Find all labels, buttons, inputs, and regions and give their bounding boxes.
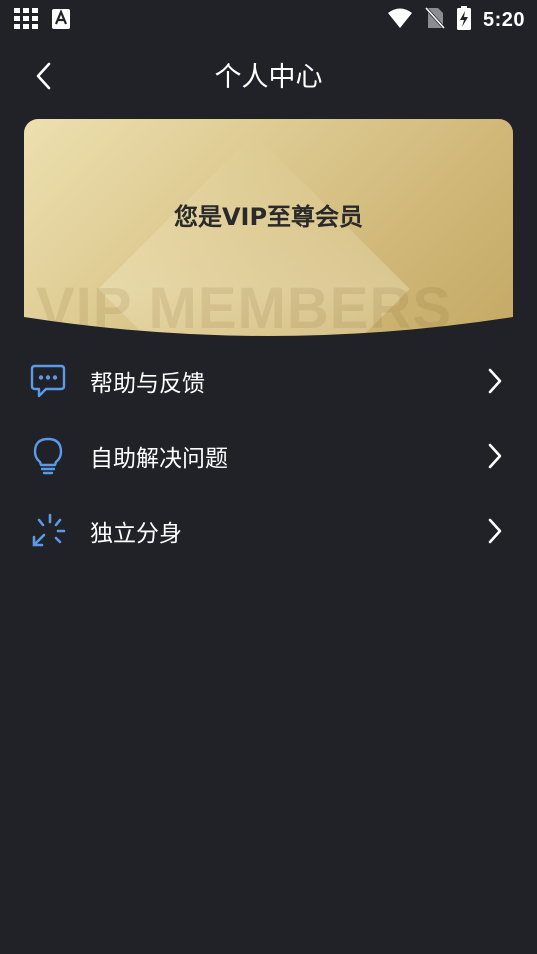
no-sim-icon <box>424 6 446 33</box>
lightbulb-icon <box>28 436 68 476</box>
page-title: 个人中心 <box>214 62 323 93</box>
chevron-right-icon <box>483 515 507 547</box>
chat-bubble-icon <box>28 361 68 401</box>
vip-card[interactable]: VIP MEMBERS 您是VIP至尊会员 <box>24 119 513 345</box>
menu-item-label: 独立分身 <box>90 520 182 547</box>
menu-list: 帮助与反馈 自助解决问题 独立分身 <box>0 343 537 568</box>
status-time: 5:20 <box>482 8 525 31</box>
menu-item-self-help[interactable]: 自助解决问题 <box>0 418 537 493</box>
header: 个人中心 <box>0 50 537 106</box>
text-a-icon <box>52 9 70 33</box>
menu-item-independent-clone[interactable]: 独立分身 <box>0 493 537 568</box>
vip-card-curve <box>24 317 513 345</box>
menu-item-help-feedback[interactable]: 帮助与反馈 <box>0 343 537 418</box>
chevron-right-icon <box>483 365 507 397</box>
menu-item-label: 自助解决问题 <box>90 445 228 472</box>
chevron-right-icon <box>483 440 507 472</box>
status-bar: 5:20 <box>0 0 537 36</box>
battery-charging-icon <box>456 6 471 34</box>
status-left <box>14 8 70 34</box>
wifi-icon <box>387 7 413 33</box>
grid-icon <box>14 8 38 34</box>
menu-item-label: 帮助与反馈 <box>90 370 205 397</box>
burst-arrow-icon <box>28 511 68 551</box>
status-right: 5:20 <box>387 6 525 34</box>
screen: 5:20 个人中心 VIP MEMBERS 您是VIP至尊会员 帮助与反馈 自助… <box>0 0 537 954</box>
vip-title: 您是VIP至尊会员 <box>173 203 364 231</box>
